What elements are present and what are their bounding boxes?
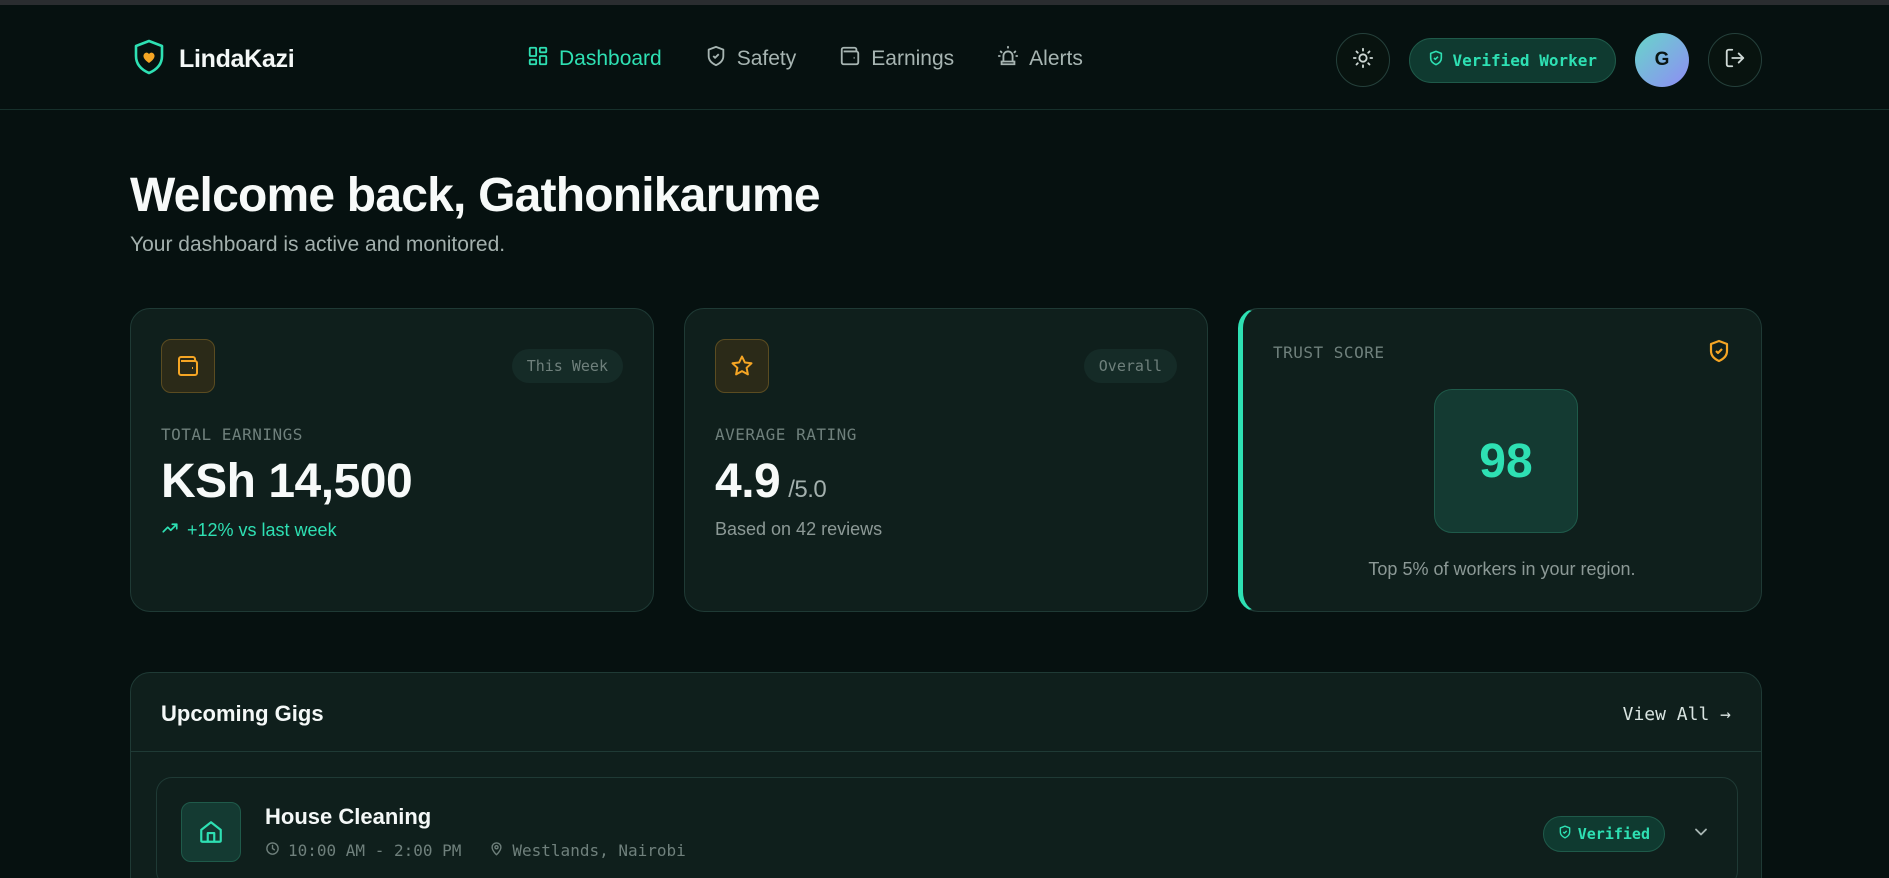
- logout-button[interactable]: [1708, 33, 1762, 87]
- clock-icon: [265, 841, 280, 860]
- gig-verified-label: Verified: [1577, 825, 1650, 843]
- top-header: LindaKazi Dashboard Safety Earnings Aler…: [0, 5, 1889, 110]
- earnings-trend-text: +12% vs last week: [187, 520, 337, 540]
- gig-time: 10:00 AM - 2:00 PM: [288, 841, 462, 860]
- main-nav: Dashboard Safety Earnings Alerts: [527, 45, 1083, 73]
- theme-toggle-button[interactable]: [1335, 33, 1390, 87]
- trust-score-label: TRUST SCORE: [1273, 343, 1385, 362]
- nav-item-label: Dashboard: [559, 47, 662, 70]
- home-icon: [181, 802, 241, 862]
- trust-score-value: 98: [1434, 389, 1578, 533]
- nav-item-label: Alerts: [1029, 47, 1083, 70]
- brand[interactable]: LindaKazi: [133, 39, 295, 80]
- logout-icon: [1724, 47, 1746, 74]
- nav-item-dashboard[interactable]: Dashboard: [527, 45, 662, 73]
- earnings-trend: +12% vs last week: [161, 519, 337, 542]
- dashboard-icon: [527, 45, 549, 73]
- header-actions: Verified Worker G: [1335, 33, 1762, 87]
- gig-location: Westlands, Nairobi: [512, 841, 686, 860]
- view-all-link[interactable]: View All →: [1623, 704, 1731, 725]
- period-badge: This Week: [511, 349, 623, 383]
- shield-check-icon: [1707, 339, 1731, 368]
- sun-icon: [1352, 47, 1374, 74]
- gig-verified-badge: Verified: [1542, 816, 1665, 852]
- nav-item-alerts[interactable]: Alerts: [997, 45, 1083, 73]
- page-subtitle: Your dashboard is active and monitored.: [130, 233, 506, 256]
- map-pin-icon: [489, 841, 504, 860]
- page-title: Welcome back, Gathonikarume: [130, 169, 821, 222]
- earnings-label: TOTAL EARNINGS: [161, 425, 303, 444]
- upcoming-gigs-title: Upcoming Gigs: [161, 701, 324, 726]
- chevron-down-icon[interactable]: [1691, 822, 1711, 847]
- scope-badge: Overall: [1083, 349, 1177, 383]
- wallet-icon: [839, 45, 861, 73]
- verified-worker-label: Verified Worker: [1452, 50, 1598, 70]
- brand-name: LindaKazi: [179, 45, 295, 73]
- upcoming-gigs-panel: Upcoming Gigs View All → House Cleaning …: [130, 672, 1762, 878]
- trending-up-icon: [161, 519, 179, 542]
- nav-item-label: Earnings: [871, 47, 955, 70]
- avatar-initial: G: [1654, 49, 1670, 70]
- rating-value: 4.9/5.0: [715, 454, 827, 509]
- verified-worker-badge: Verified Worker: [1408, 37, 1616, 83]
- rating-number: 4.9: [715, 455, 781, 508]
- gig-title: House Cleaning: [265, 804, 432, 829]
- nav-item-safety[interactable]: Safety: [705, 45, 797, 73]
- rating-note: Based on 42 reviews: [715, 519, 883, 539]
- shield-heart-logo-icon: [133, 39, 165, 80]
- earnings-card: This Week TOTAL EARNINGS KSh 14,500 +12%…: [130, 308, 654, 612]
- wallet-icon: [161, 339, 215, 393]
- rating-card: Overall AVERAGE RATING 4.9/5.0 Based on …: [684, 308, 1208, 612]
- shield-check-icon: [1428, 50, 1444, 70]
- rating-label: AVERAGE RATING: [715, 425, 857, 444]
- nav-item-label: Safety: [736, 47, 797, 70]
- upcoming-gigs-header: Upcoming Gigs View All →: [131, 673, 1761, 752]
- gig-item[interactable]: House Cleaning 10:00 AM - 2:00 PM Westla…: [156, 777, 1738, 878]
- rating-scale: /5.0: [788, 476, 827, 503]
- siren-icon: [997, 45, 1019, 73]
- shield-icon: [705, 45, 727, 73]
- gig-meta: 10:00 AM - 2:00 PM Westlands, Nairobi: [265, 841, 686, 860]
- avatar[interactable]: G: [1635, 33, 1689, 87]
- nav-item-earnings[interactable]: Earnings: [839, 45, 954, 73]
- earnings-value: KSh 14,500: [161, 455, 413, 508]
- star-icon: [715, 339, 769, 393]
- shield-check-icon: [1558, 825, 1572, 843]
- trust-score-note: Top 5% of workers in your region.: [1368, 559, 1636, 579]
- trust-score-card: TRUST SCORE 98 Top 5% of workers in your…: [1238, 308, 1762, 612]
